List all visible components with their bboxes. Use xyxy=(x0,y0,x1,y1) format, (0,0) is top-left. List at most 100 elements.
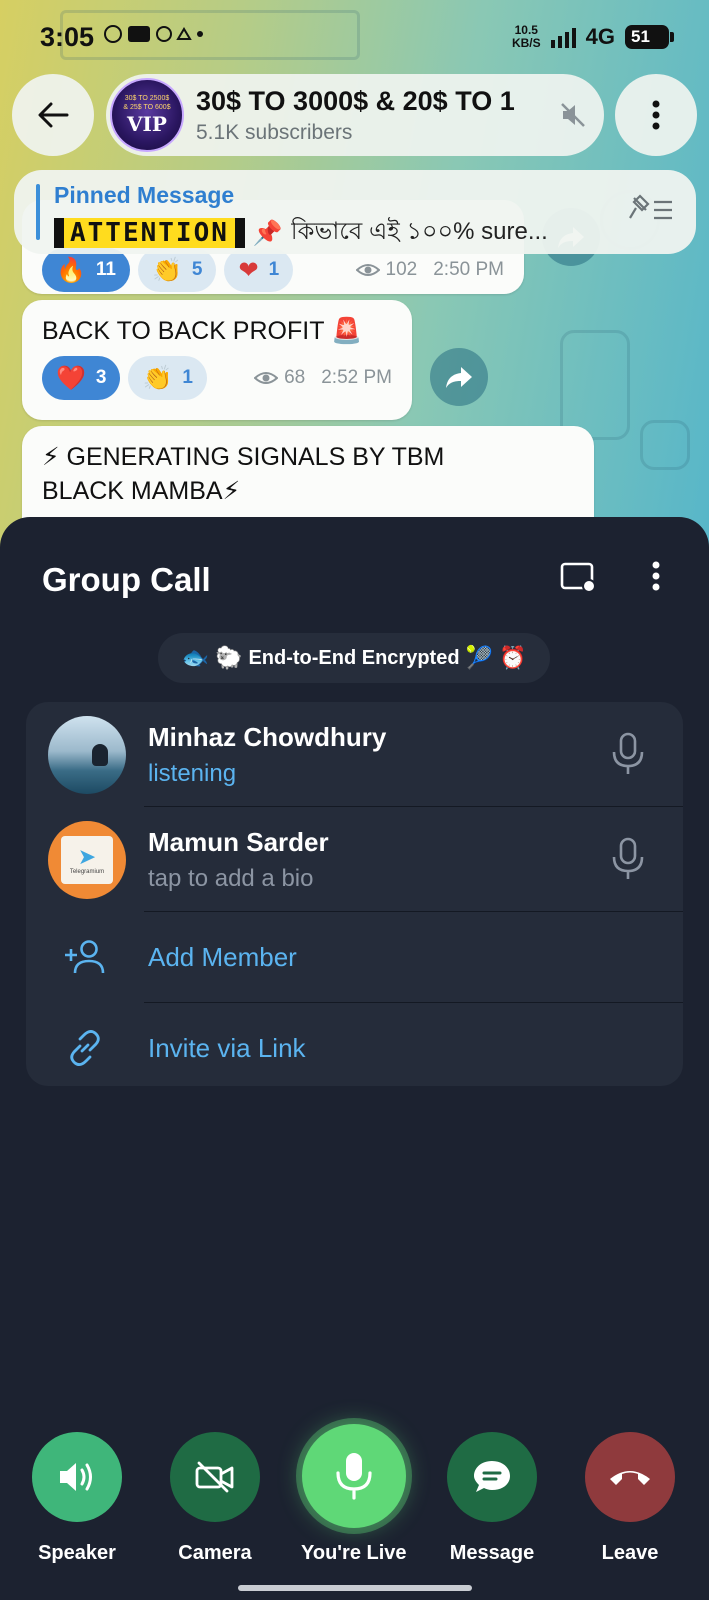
participant-name: Mamun Sarder xyxy=(148,827,329,857)
reaction-chip[interactable]: 👏 1 xyxy=(128,356,207,400)
message-text: ⚡ GENERATING SIGNALS BY TBM BLACK MAMBA⚡ xyxy=(42,443,445,505)
camera-off-icon xyxy=(195,1461,234,1493)
reaction-count: 1 xyxy=(268,259,280,280)
participants-list: Minhaz Chowdhury listening ➤ Telegramium… xyxy=(26,702,683,1086)
message-text: BACK TO BACK PROFIT 🚨 xyxy=(42,317,363,345)
camera-control[interactable]: Camera xyxy=(170,1432,260,1565)
signal-icon xyxy=(550,26,576,48)
hang-up-icon xyxy=(610,1471,650,1485)
encryption-badge[interactable]: 🐟 🐑 End-to-End Encrypted 🎾 ⏰ xyxy=(158,633,550,683)
invite-link-button[interactable]: Invite via Link xyxy=(26,1003,683,1086)
reaction-count: 3 xyxy=(95,367,107,388)
avatar-text-top: 30$ TO 2500$ xyxy=(124,95,170,102)
leave-button[interactable] xyxy=(585,1432,675,1522)
battery-level: 51 xyxy=(631,27,650,46)
channel-name: 30$ TO 3000$ & 20$ TO 1 xyxy=(196,85,515,116)
reaction-chip[interactable]: ❤ 1 xyxy=(224,248,294,292)
speaker-control[interactable]: Speaker xyxy=(32,1432,122,1565)
message-meta: 102 2:50 PM xyxy=(355,259,504,281)
message-meta: 68 2:52 PM xyxy=(254,367,392,389)
battery-icon: 51 xyxy=(625,25,674,49)
reaction-count: 5 xyxy=(191,259,203,280)
add-user-icon xyxy=(65,940,105,974)
participant-row[interactable]: Minhaz Chowdhury listening xyxy=(26,702,683,806)
participant-row[interactable]: ➤ Telegramium Mamun Sarder tap to add a … xyxy=(26,807,683,911)
avatar-label: Telegramium xyxy=(69,869,105,875)
microphone-icon[interactable] xyxy=(610,837,646,881)
reaction-chip[interactable]: 👏 5 xyxy=(137,248,217,292)
pinned-message-bar[interactable]: Pinned Message ATTENTION 📌 কিভাবে এই ১০০… xyxy=(14,170,696,254)
network-speed-unit: KB/S xyxy=(511,36,541,50)
reaction-count: 11 xyxy=(95,259,116,280)
notification-icons-glyphs xyxy=(104,25,204,43)
speaker-icon xyxy=(60,1463,92,1491)
reaction-emoji: ❤ xyxy=(238,256,259,284)
reactions-row: 🔥 11 👏 5 ❤ 1 102 2:50 PM xyxy=(42,248,504,292)
clock: 3:05 xyxy=(40,21,95,52)
attention-banner: ATTENTION xyxy=(54,218,245,248)
chat-header: 30$ TO 2500$ & 25$ TO 600$ VIP 30$ TO 30… xyxy=(12,74,697,156)
live-label: You're Live xyxy=(301,1542,407,1564)
more-vertical-icon[interactable] xyxy=(652,561,660,591)
reaction-emoji: 👏 xyxy=(151,256,182,284)
reaction-chip[interactable]: 🔥 11 xyxy=(42,248,130,292)
paper-plane-icon: ➤ xyxy=(77,844,97,869)
share-button[interactable] xyxy=(430,348,488,406)
muted-icon xyxy=(561,103,585,127)
reaction-count: 1 xyxy=(182,367,193,388)
views-eye-icon xyxy=(254,372,279,384)
pushpin-emoji: 📌 xyxy=(252,219,283,247)
avatar-vip-text: VIP xyxy=(127,112,167,136)
pinned-body: কিভাবে এই ১০০% sure... xyxy=(290,218,548,245)
message-bubble[interactable]: BACK TO BACK PROFIT 🚨 ❤️ 3 👏 1 68 2:52 P… xyxy=(22,300,412,420)
add-member-label: Add Member xyxy=(148,941,297,972)
more-vertical-icon xyxy=(652,100,660,130)
encryption-emoji-left: 🐟 🐑 xyxy=(181,645,243,670)
reactions-row: ❤️ 3 👏 1 68 2:52 PM xyxy=(42,356,392,400)
invite-link-label: Invite via Link xyxy=(148,1032,306,1063)
home-indicator[interactable] xyxy=(238,1585,472,1591)
participant-name: Minhaz Chowdhury xyxy=(148,722,387,752)
telegramium-logo: ➤ Telegramium xyxy=(61,836,113,884)
channel-title-pill[interactable]: 30$ TO 2500$ & 25$ TO 600$ VIP 30$ TO 30… xyxy=(106,74,604,156)
link-icon xyxy=(70,1030,100,1066)
avatar-text-mid: & 25$ TO 600$ xyxy=(123,104,171,111)
avatar xyxy=(48,716,126,794)
reaction-emoji: 🔥 xyxy=(56,256,86,284)
doodle-shape xyxy=(560,330,630,440)
camera-label: Camera xyxy=(178,1542,252,1564)
message-control[interactable]: Message xyxy=(447,1432,537,1565)
message-button[interactable] xyxy=(447,1432,537,1522)
doodle-shape xyxy=(640,420,690,470)
more-options-button[interactable] xyxy=(615,74,697,156)
views-count: 68 xyxy=(284,367,306,388)
chat-bubble-icon xyxy=(474,1461,510,1492)
views-eye-icon xyxy=(355,264,380,276)
camera-button[interactable] xyxy=(170,1432,260,1522)
avatar: ➤ Telegramium xyxy=(48,821,126,899)
back-button[interactable] xyxy=(12,74,94,156)
notification-icons xyxy=(104,23,204,51)
pinned-list-icon[interactable] xyxy=(628,194,674,224)
network-speed: 10.5 KB/S xyxy=(512,24,541,50)
pinned-title: Pinned Message xyxy=(54,182,235,208)
speaker-button[interactable] xyxy=(32,1432,122,1522)
microphone-icon[interactable] xyxy=(610,732,646,776)
reaction-chip[interactable]: ❤️ 3 xyxy=(42,356,121,400)
leave-label: Leave xyxy=(601,1542,659,1564)
reaction-emoji: 👏 xyxy=(142,364,173,392)
speaker-label: Speaker xyxy=(38,1542,116,1564)
encryption-label: End-to-End Encrypted xyxy=(248,646,460,669)
status-bar: 3:05 10.5 KB/S 4G 51 xyxy=(0,0,709,74)
back-arrow-icon xyxy=(38,102,69,128)
live-control[interactable]: You're Live xyxy=(301,1424,407,1565)
network-type: 4G xyxy=(585,24,615,49)
channel-avatar: 30$ TO 2500$ & 25$ TO 600$ VIP xyxy=(110,78,184,152)
message-label: Message xyxy=(449,1542,535,1564)
picture-in-picture-icon[interactable] xyxy=(560,561,596,593)
message-time: 2:50 PM xyxy=(433,259,504,280)
microphone-live-button[interactable] xyxy=(301,1424,406,1528)
participant-status: listening xyxy=(148,760,237,787)
leave-control[interactable]: Leave xyxy=(585,1432,675,1565)
add-member-button[interactable]: Add Member xyxy=(26,912,683,1002)
